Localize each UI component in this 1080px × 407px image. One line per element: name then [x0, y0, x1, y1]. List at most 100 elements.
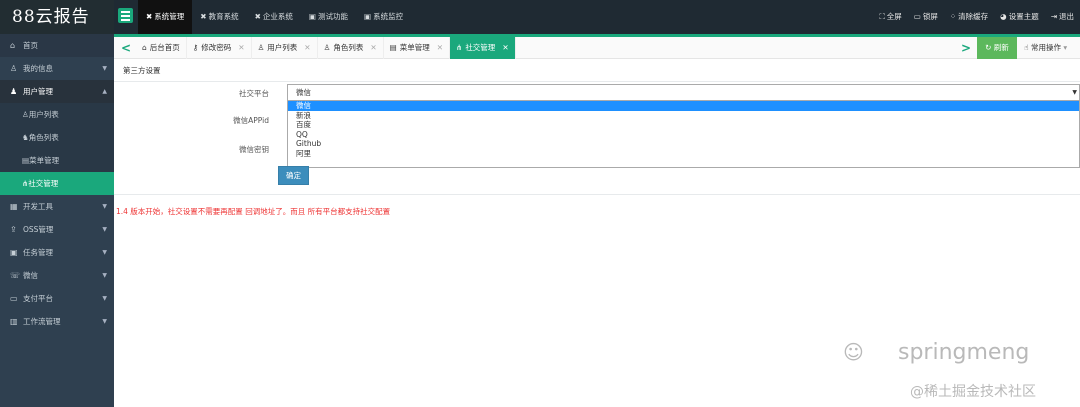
sidebar-item-home[interactable]: ⌂ 首页: [0, 34, 114, 57]
tools-icon: ✖: [200, 12, 207, 21]
user-icon: ♙: [22, 110, 29, 119]
caret-down-icon: ▾: [1063, 43, 1068, 52]
platform-select[interactable]: 微信 ▼: [287, 84, 1080, 101]
sidebar-item-role-list[interactable]: ♞ 角色列表: [0, 126, 114, 149]
tabs-scroll-left-icon[interactable]: <: [116, 37, 136, 59]
platform-label: 社交平台: [239, 89, 269, 98]
dropdown-option[interactable]: Github: [288, 139, 1079, 149]
topnav-system-mgmt[interactable]: ✖ 系统管理: [138, 0, 193, 34]
topnav-enterprise[interactable]: ✖ 企业系统: [247, 0, 301, 34]
tab-label: 修改密码: [201, 43, 232, 52]
upload-icon: ⇪: [10, 225, 17, 234]
home-icon: ⌂: [142, 43, 147, 52]
sidebar-item-label: 支付平台: [23, 294, 53, 303]
action-label: 清除缓存: [958, 12, 989, 21]
sidebar-item-label: 菜单管理: [29, 156, 60, 165]
spinner-icon: ⁘: [949, 12, 957, 21]
action-label: 退出: [1059, 12, 1074, 21]
close-icon[interactable]: ✕: [502, 37, 508, 59]
dropdown-option[interactable]: 新浪: [288, 111, 1079, 121]
book-icon: ▤: [389, 43, 397, 52]
top-bar: 88云报告 ✖ 系统管理 ✖ 教育系统 ✖ 企业系统 ▣ 测试功能 ▣ 系统监控…: [0, 0, 1080, 34]
sidebar-item-wechat[interactable]: ☏ 微信 ▼: [0, 264, 114, 287]
fullscreen-icon: ⛶: [879, 12, 885, 21]
sidebar-item-user-list[interactable]: ♙ 用户列表: [0, 103, 114, 126]
sidebar-item-workflow[interactable]: ▥ 工作流管理 ▼: [0, 310, 114, 333]
sidebar-item-task[interactable]: ▣ 任务管理 ▼: [0, 241, 114, 264]
sidebar-item-my-info[interactable]: ♙ 我的信息 ▼: [0, 57, 114, 80]
top-right-actions: ⛶ 全屏 ▭ 锁屏 ⁘ 清除缓存 ◕ 设置主题 ⇥ 退出: [874, 0, 1080, 34]
sidebar-item-label: 开发工具: [23, 202, 53, 211]
caret-down-icon: ▼: [102, 249, 107, 256]
tab-label: 用户列表: [267, 43, 298, 52]
topnav-test[interactable]: ▣ 测试功能: [301, 0, 356, 34]
dropdown-option[interactable]: 阿里: [288, 149, 1079, 159]
close-icon[interactable]: ✕: [370, 37, 376, 59]
task-icon: ▣: [10, 248, 18, 257]
topnav-education[interactable]: ✖ 教育系统: [192, 0, 246, 34]
tab-social-mgmt[interactable]: ⋔ 社交管理 ✕: [450, 37, 516, 59]
credit-card-icon: ▭: [10, 294, 18, 303]
sidebar-item-dev-tools[interactable]: ▦ 开发工具 ▼: [0, 195, 114, 218]
dropdown-option[interactable]: QQ: [288, 130, 1079, 140]
code-icon: ▦: [10, 202, 18, 211]
confirm-button[interactable]: 确定: [278, 166, 309, 185]
sidebar-item-label: 用户列表: [28, 110, 59, 119]
menu-toggle-button[interactable]: [118, 8, 133, 23]
common-ops-dropdown[interactable]: ☝ 常用操作 ▾: [1019, 37, 1080, 59]
tab-label: 角色列表: [333, 43, 364, 52]
tools-icon: ✖: [146, 12, 153, 21]
sidebar-item-label: OSS管理: [23, 225, 54, 234]
sidebar-item-label: 微信: [23, 271, 38, 280]
fullscreen-button[interactable]: ⛶ 全屏: [874, 0, 908, 34]
key-icon: ⚷: [192, 43, 199, 52]
dropdown-option[interactable]: 百度: [288, 120, 1079, 130]
tab-label: 菜单管理: [399, 43, 430, 52]
close-icon[interactable]: ✕: [304, 37, 310, 59]
topnav-label: 企业系统: [262, 12, 293, 21]
wechat-icon: ☏: [10, 271, 21, 280]
tab-dashboard[interactable]: ⌂ 后台首页: [136, 37, 187, 59]
tab-role-list[interactable]: ♙ 角色列表 ✕: [318, 37, 384, 59]
monitor-icon: ▭: [913, 12, 921, 21]
caret-down-icon: ▼: [102, 272, 107, 279]
tab-change-password[interactable]: ⚷ 修改密码 ✕: [187, 37, 252, 59]
sidebar-item-oss[interactable]: ⇪ OSS管理 ▼: [0, 218, 114, 241]
clear-cache-button[interactable]: ⁘ 清除缓存: [944, 0, 994, 34]
refresh-button[interactable]: ↻ 刷新: [977, 37, 1017, 59]
sidebar-item-payment[interactable]: ▭ 支付平台 ▼: [0, 287, 114, 310]
logout-button[interactable]: ⇥ 退出: [1045, 0, 1080, 34]
caret-down-icon: ▼: [102, 65, 107, 72]
version-note: 1.4 版本开始，社交设置不需要再配置 回调地址了。而且 所有平台都支持社交配置: [116, 207, 391, 216]
sidebar-item-social-mgmt[interactable]: ⋔ 社交管理: [0, 172, 114, 195]
sidebar: ⌂ 首页 ♙ 我的信息 ▼ ♟ 用户管理 ▲ ♙ 用户列表 ♞ 角色列表 ▤ 菜…: [0, 34, 114, 407]
sidebar-item-menu-mgmt[interactable]: ▤ 菜单管理: [0, 149, 114, 172]
tools-icon: ✖: [254, 12, 261, 21]
watermark-text: @稀土掘金技术社区: [910, 384, 1036, 400]
dropdown-option[interactable]: 微信: [288, 101, 1079, 111]
app-logo: 88云报告: [0, 0, 114, 34]
lock-screen-button[interactable]: ▭ 锁屏: [908, 0, 944, 34]
topnav-label: 系统监控: [373, 12, 404, 21]
refresh-label: 刷新: [993, 43, 1009, 52]
user-icon: ♙: [257, 43, 265, 52]
sidebar-item-user-mgmt[interactable]: ♟ 用户管理 ▲: [0, 80, 114, 103]
tab-user-list[interactable]: ♙ 用户列表 ✕: [252, 37, 318, 59]
caret-down-icon: ▼: [102, 318, 107, 325]
topnav-monitor[interactable]: ▣ 系统监控: [356, 0, 411, 34]
tabs-scroll-right-icon[interactable]: >: [956, 37, 976, 59]
watermark-text: springmeng: [898, 340, 1030, 365]
common-ops-label: 常用操作: [1030, 43, 1061, 52]
user-icon: ♙: [323, 43, 331, 52]
close-icon[interactable]: ✕: [238, 37, 244, 59]
tab-label: 社交管理: [465, 43, 496, 52]
sign-out-icon: ⇥: [1050, 12, 1057, 21]
topnav-label: 测试功能: [317, 12, 348, 21]
theme-button[interactable]: ◕ 设置主题: [994, 0, 1045, 34]
action-label: 设置主题: [1008, 12, 1039, 21]
tab-menu-mgmt[interactable]: ▤ 菜单管理 ✕: [384, 37, 451, 59]
caret-down-icon: ▼: [1072, 89, 1077, 96]
action-label: 全屏: [886, 12, 902, 21]
caret-down-icon: ▼: [102, 203, 107, 210]
close-icon[interactable]: ✕: [437, 37, 443, 59]
